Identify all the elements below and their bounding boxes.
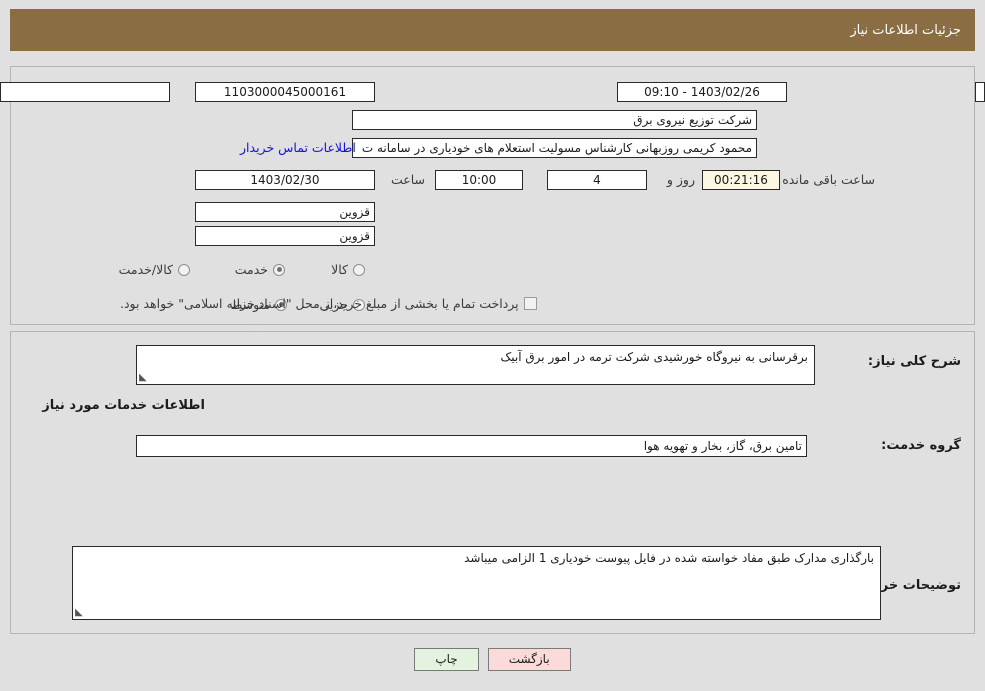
page-header: جزئیات اطلاعات نیاز [10, 9, 975, 51]
deadline-timer-label: ساعت باقی مانده [782, 172, 875, 187]
deadline-date-value[interactable]: 1403/02/30 [195, 170, 375, 190]
page-title: جزئیات اطلاعات نیاز [850, 22, 961, 38]
deadline-hour-value[interactable]: 10:00 [435, 170, 523, 190]
button-bar: بازگشت چاپ [0, 648, 985, 671]
deadline-days-value[interactable]: 4 [547, 170, 647, 190]
public-announce-spacer [0, 82, 170, 102]
category-option-goods[interactable]: کالا [331, 262, 365, 277]
public-announce-value[interactable]: 1403/02/26 - 09:10 [617, 82, 787, 102]
print-button[interactable]: چاپ [414, 648, 479, 671]
buyer-notes-textarea[interactable]: بارگذاری مدارک طبق مفاد خواسته شده در فا… [72, 546, 881, 620]
general-description-label: شرح کلی نیاز: [867, 354, 961, 369]
treasury-bonds-checkbox[interactable] [523, 297, 537, 310]
need-number-value[interactable]: 1103000045000161 [195, 82, 375, 102]
buyer-org-value[interactable]: شرکت توزیع نیروی برق [352, 110, 757, 130]
deadline-timer-value: 00:21:16 [702, 170, 780, 190]
category-option-goods-service[interactable]: کالا/خدمت [119, 262, 190, 277]
radio-goods-icon[interactable] [353, 263, 365, 276]
radio-service-icon[interactable] [273, 263, 285, 276]
resize-grip-icon[interactable]: ◢ [139, 372, 147, 383]
category-option-goods-service-label: کالا/خدمت [118, 262, 173, 277]
delivery-city-value[interactable]: قزوین [195, 226, 375, 246]
radio-goods-service-icon[interactable] [178, 263, 190, 276]
services-heading: اطلاعات خدمات مورد نیاز [42, 398, 205, 413]
treasury-bonds-checkbox-wrap[interactable]: پرداخت تمام یا بخشی از مبلغ خرید،از محل … [120, 296, 537, 311]
requester-value[interactable]: محمود کریمی روزبهانی کارشناس مسولیت استع… [352, 138, 757, 158]
general-description-value: برقرسانی به نیروگاه خورشیدی شرکت ترمه در… [500, 350, 808, 364]
need-info-panel [10, 66, 975, 325]
category-option-service-label: خدمت [234, 262, 268, 277]
back-button[interactable]: بازگشت [487, 648, 571, 671]
category-option-service[interactable]: خدمت [235, 262, 285, 277]
treasury-bonds-label: پرداخت تمام یا بخشی از مبلغ خرید،از محل … [120, 296, 519, 311]
buyer-contact-link[interactable]: اطلاعات تماس خریدار [240, 140, 356, 155]
service-group-label: گروه خدمت: [881, 438, 961, 453]
delivery-province-value[interactable]: قزوین [195, 202, 375, 222]
general-description-textarea[interactable]: برقرسانی به نیروگاه خورشیدی شرکت ترمه در… [136, 345, 815, 385]
notes-resize-grip-icon[interactable]: ◢ [75, 607, 83, 618]
deadline-hour-label: ساعت [390, 172, 425, 187]
service-group-value[interactable]: تامین برق، گاز، بخار و تهویه هوا [136, 435, 807, 457]
deadline-days-label: روز و [666, 172, 695, 187]
buyer-notes-value: بارگذاری مدارک طبق مفاد خواسته شده در فا… [464, 551, 874, 565]
category-option-goods-label: کالا [331, 262, 348, 277]
